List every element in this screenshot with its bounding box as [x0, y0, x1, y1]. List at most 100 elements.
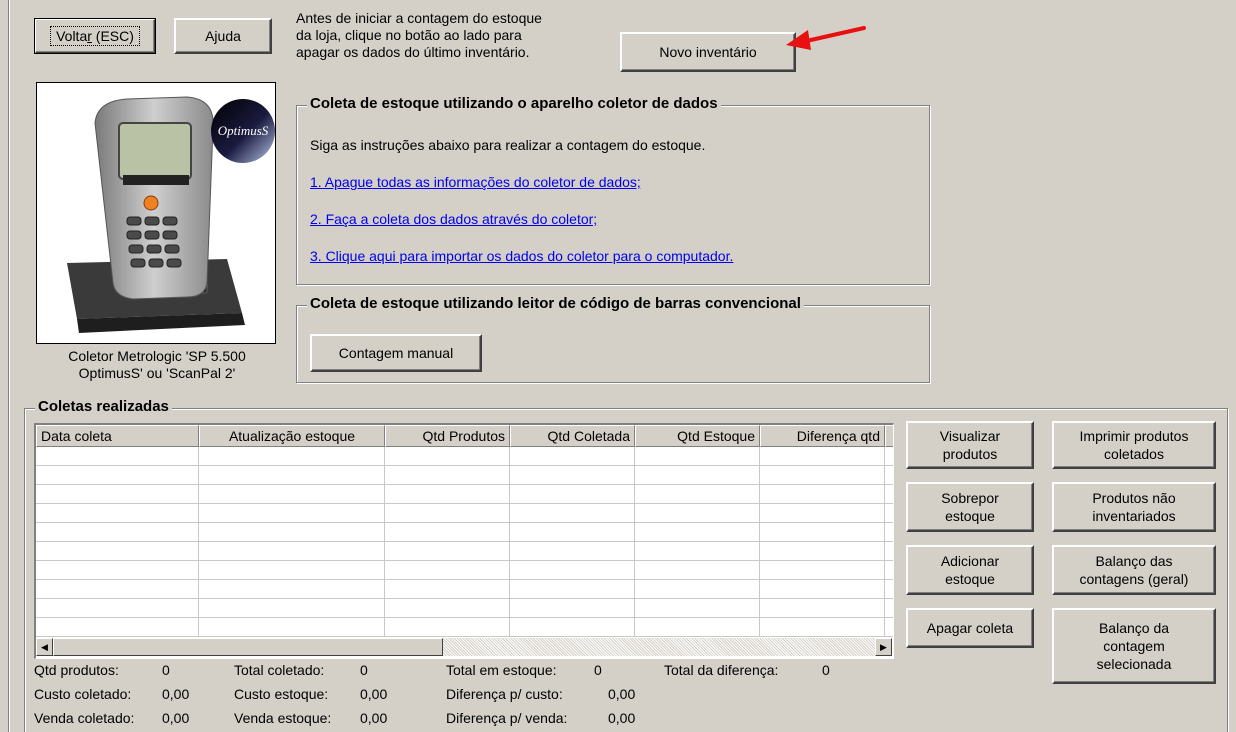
table-cell	[199, 599, 385, 618]
table-cell	[760, 542, 885, 561]
table-cell	[885, 466, 893, 485]
table-cell	[760, 580, 885, 599]
scroll-left-icon[interactable]: ◀	[36, 638, 53, 656]
balance-selected-button[interactable]: Balanço da contagem selecionada	[1052, 608, 1216, 684]
table-cell	[635, 504, 760, 523]
table-cell	[385, 618, 510, 637]
print-collected-button[interactable]: Imprimir produtos coletados	[1052, 421, 1216, 469]
table-cell	[36, 599, 199, 618]
table-cell	[385, 561, 510, 580]
table-cell	[885, 504, 893, 523]
table-cell	[385, 599, 510, 618]
table-cell	[510, 447, 635, 466]
overwrite-stock-button[interactable]: Sobrepor estoque	[906, 482, 1034, 532]
collections-table[interactable]: Data coleta Atualização estoque Qtd Prod…	[34, 423, 894, 659]
column-header-qty-difference[interactable]: Diferença qtd	[760, 425, 885, 447]
link-collect-data[interactable]: 2. Faça a coleta dos dados através do co…	[310, 211, 597, 227]
column-header-date[interactable]: Data coleta	[36, 425, 199, 447]
scroll-thumb[interactable]	[53, 638, 443, 656]
column-header-qty-stock[interactable]: Qtd Estoque	[635, 425, 760, 447]
table-cell	[635, 561, 760, 580]
new-inventory-button[interactable]: Novo inventário	[620, 32, 796, 72]
table-cell	[635, 466, 760, 485]
table-header: Data coleta Atualização estoque Qtd Prod…	[36, 425, 893, 447]
venda-estoque-value: 0,00	[360, 710, 388, 726]
table-cell	[385, 466, 510, 485]
horizontal-scrollbar[interactable]: ◀ ▶	[36, 638, 892, 656]
table-cell	[199, 504, 385, 523]
brand-logo-text: OptimusS	[218, 123, 269, 138]
table-row[interactable]	[36, 599, 893, 618]
table-row[interactable]	[36, 561, 893, 580]
table-cell	[885, 618, 893, 637]
table-cell	[385, 542, 510, 561]
table-cell	[885, 542, 893, 561]
link-import-data[interactable]: 3. Clique aqui para importar os dados do…	[310, 248, 733, 264]
delete-collection-button[interactable]: Apagar coleta	[906, 608, 1034, 648]
add-stock-button[interactable]: Adicionar estoque	[906, 545, 1034, 595]
table-cell	[510, 580, 635, 599]
table-cell	[510, 618, 635, 637]
venda-coletado-value: 0,00	[162, 710, 190, 726]
diferenca-venda-label: Diferença p/ venda:	[446, 710, 568, 726]
table-cell	[635, 580, 760, 599]
table-row[interactable]	[36, 542, 893, 561]
table-cell	[199, 447, 385, 466]
table-cell	[385, 523, 510, 542]
table-cell	[36, 504, 199, 523]
scroll-right-icon[interactable]: ▶	[875, 638, 892, 656]
table-cell	[760, 523, 885, 542]
table-row[interactable]	[36, 504, 893, 523]
device-caption: Coletor Metrologic 'SP 5.500 OptimusS' o…	[68, 348, 246, 381]
table-row[interactable]	[36, 523, 893, 542]
balance-general-button[interactable]: Balanço das contagens (geral)	[1052, 545, 1216, 595]
manual-count-button[interactable]: Contagem manual	[310, 334, 482, 372]
qtd-produtos-value: 0	[162, 662, 170, 678]
table-cell	[635, 618, 760, 637]
table-cell	[510, 466, 635, 485]
column-header-qty-products[interactable]: Qtd Produtos	[385, 425, 510, 447]
table-cell	[36, 485, 199, 504]
diferenca-custo-label: Diferença p/ custo:	[446, 686, 563, 702]
help-button[interactable]: Ajuda	[174, 18, 272, 54]
table-row[interactable]	[36, 618, 893, 637]
table-cell	[885, 561, 893, 580]
column-header-stock-update[interactable]: Atualização estoque	[199, 425, 385, 447]
barcode-group-title: Coleta de estoque utilizando leitor de c…	[307, 295, 804, 312]
view-products-button[interactable]: Visualizar produtos	[906, 421, 1034, 469]
venda-estoque-label: Venda estoque:	[234, 710, 332, 726]
table-cell	[885, 599, 893, 618]
back-button[interactable]: Voltar (ESC)	[34, 18, 156, 54]
custo-coletado-label: Custo coletado:	[34, 686, 132, 702]
scroll-track[interactable]	[443, 638, 875, 656]
intro-line-3: apagar os dados do último inventário.	[296, 44, 530, 60]
table-cell	[385, 580, 510, 599]
diferenca-venda-value: 0,00	[608, 710, 636, 726]
link-clear-collector[interactable]: 1. Apague todas as informações do coleto…	[310, 174, 641, 190]
venda-coletado-label: Venda coletado:	[34, 710, 135, 726]
table-cell	[885, 580, 893, 599]
collector-device-picture: OptimusS	[36, 82, 276, 344]
table-cell	[385, 485, 510, 504]
table-cell	[36, 542, 199, 561]
table-cell	[385, 504, 510, 523]
table-cell	[885, 523, 893, 542]
table-row[interactable]	[36, 485, 893, 504]
diferenca-custo-value: 0,00	[608, 686, 636, 702]
table-cell	[760, 485, 885, 504]
table-cell	[199, 618, 385, 637]
table-row[interactable]	[36, 447, 893, 466]
table-row[interactable]	[36, 580, 893, 599]
intro-line-2: da loja, clique no botão ao lado para	[296, 27, 522, 43]
custo-estoque-value: 0,00	[360, 686, 388, 702]
table-cell	[36, 447, 199, 466]
table-cell	[760, 466, 885, 485]
table-cell	[36, 580, 199, 599]
table-cell	[510, 523, 635, 542]
total-coletado-value: 0	[360, 662, 368, 678]
table-cell	[385, 447, 510, 466]
table-row[interactable]	[36, 466, 893, 485]
column-header-qty-collected[interactable]: Qtd Coletada	[510, 425, 635, 447]
column-header-extra[interactable]	[885, 425, 893, 447]
not-inventoried-button[interactable]: Produtos não inventariados	[1052, 482, 1216, 532]
